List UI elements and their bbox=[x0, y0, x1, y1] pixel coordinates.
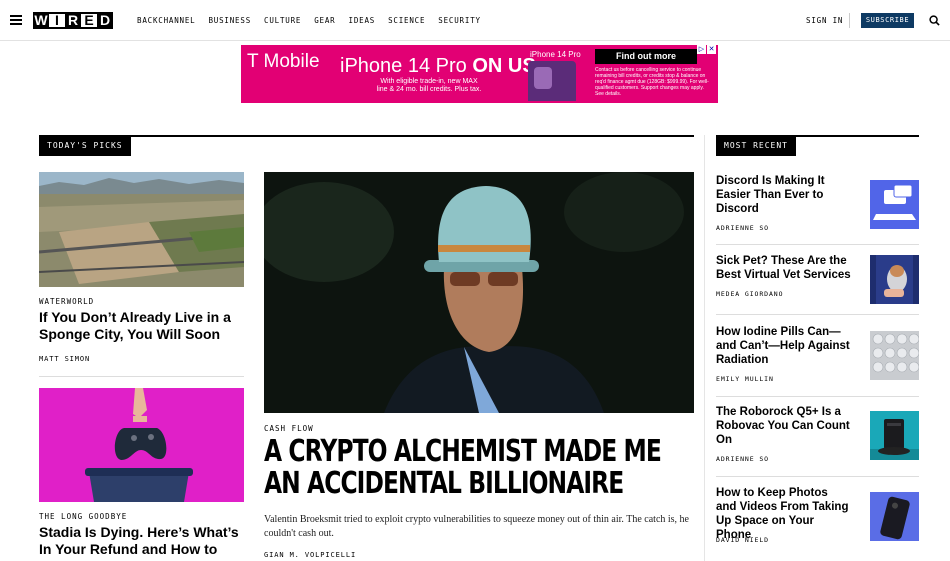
recent-headline[interactable]: How Iodine Pills Can—and Can’t—Help Agai… bbox=[716, 325, 851, 367]
discord-thumb[interactable] bbox=[870, 180, 919, 229]
ad-choices[interactable]: ▷ ✕ bbox=[697, 45, 716, 54]
phone-thumb[interactable] bbox=[870, 492, 919, 541]
recent-byline[interactable]: ADRIENNE SO bbox=[716, 224, 769, 232]
recent-divider bbox=[716, 314, 919, 315]
pet-thumb[interactable] bbox=[870, 255, 919, 304]
recent-divider bbox=[716, 396, 919, 397]
robovac-thumb[interactable] bbox=[870, 411, 919, 460]
pills-thumb[interactable] bbox=[870, 331, 919, 380]
menu-icon[interactable] bbox=[10, 15, 22, 25]
most-recent-label: MOST RECENT bbox=[716, 136, 796, 156]
recent-byline[interactable]: EMILY MULLIN bbox=[716, 375, 774, 383]
ad-info-icon[interactable]: ▷ bbox=[697, 45, 706, 54]
recent-byline[interactable]: ADRIENNE SO bbox=[716, 455, 769, 463]
header-divider bbox=[849, 13, 850, 28]
wired-logo[interactable]: W I R E D bbox=[33, 12, 113, 29]
hero-byline[interactable]: GIAN M. VOLPICELLI bbox=[264, 551, 356, 559]
nav-gear[interactable]: GEAR bbox=[314, 16, 335, 25]
recent-headline[interactable]: The Roborock Q5+ Is a Robovac You Can Co… bbox=[716, 405, 851, 447]
pick-kicker[interactable]: THE LONG GOODBYE bbox=[39, 512, 127, 521]
nav-science[interactable]: SCIENCE bbox=[388, 16, 425, 25]
hero-headline[interactable]: A CRYPTO ALCHEMIST MADE ME AN ACCIDENTAL… bbox=[264, 436, 701, 500]
logo-letter: W bbox=[33, 12, 49, 29]
sign-in-link[interactable]: SIGN IN bbox=[806, 16, 843, 25]
logo-letter: E bbox=[81, 12, 97, 29]
ad-headline-a: iPhone 14 Pro bbox=[340, 55, 467, 77]
logo-letter: D bbox=[97, 12, 113, 29]
nav-security[interactable]: SECURITY bbox=[438, 16, 481, 25]
pick-divider bbox=[39, 376, 244, 377]
hero-kicker[interactable]: CASH FLOW bbox=[264, 424, 314, 433]
ad-cta-button[interactable]: Find out more bbox=[595, 49, 697, 64]
nav-business[interactable]: BUSINESS bbox=[208, 16, 251, 25]
pick-kicker[interactable]: WATERWORLD bbox=[39, 297, 94, 306]
ad-close-icon[interactable]: ✕ bbox=[707, 45, 716, 54]
hero-dek: Valentin Broeksmit tried to exploit cryp… bbox=[264, 514, 689, 539]
hero-portrait-image[interactable] bbox=[264, 172, 694, 413]
phone-image bbox=[528, 61, 576, 101]
main-nav: BACKCHANNEL BUSINESS CULTURE GEAR IDEAS … bbox=[137, 16, 481, 25]
picks-label: TODAY'S PICKS bbox=[39, 136, 131, 156]
pick-headline[interactable]: If You Don’t Already Live in a Sponge Ci… bbox=[39, 309, 239, 343]
ad-headline-b: ON US bbox=[472, 55, 536, 77]
ad-banner[interactable]: T Mobile iPhone 14 Pro ON US With eligib… bbox=[241, 45, 718, 103]
controller-trash-image[interactable] bbox=[39, 388, 244, 502]
column-divider bbox=[704, 135, 705, 561]
nav-culture[interactable]: CULTURE bbox=[264, 16, 301, 25]
recent-divider bbox=[716, 476, 919, 477]
pick-headline[interactable]: Stadia Is Dying. Here’s What’s In Your R… bbox=[39, 524, 244, 561]
subscribe-button[interactable]: SUBSCRIBE bbox=[861, 13, 914, 28]
recent-byline[interactable]: MEDEA GIORDANO bbox=[716, 290, 783, 298]
ad-subtext: With eligible trade-in, new MAX line & 2… bbox=[376, 78, 482, 93]
aerial-city-image[interactable] bbox=[39, 172, 244, 287]
logo-letter: R bbox=[65, 12, 81, 29]
search-icon[interactable] bbox=[929, 15, 940, 26]
recent-headline[interactable]: How to Keep Photos and Videos From Takin… bbox=[716, 486, 851, 542]
ad-brand: T Mobile bbox=[247, 51, 320, 72]
recent-divider bbox=[716, 244, 919, 245]
ad-headline: iPhone 14 Pro ON US bbox=[340, 55, 536, 78]
ad-product-label: iPhone 14 Pro bbox=[530, 50, 581, 59]
logo-letter: I bbox=[49, 12, 65, 29]
ad-fine-print: Contact us before cancelling service to … bbox=[595, 67, 709, 97]
nav-backchannel[interactable]: BACKCHANNEL bbox=[137, 16, 195, 25]
recent-headline[interactable]: Sick Pet? These Are the Best Virtual Vet… bbox=[716, 254, 851, 282]
recent-headline[interactable]: Discord Is Making It Easier Than Ever to… bbox=[716, 174, 851, 216]
site-header: W I R E D BACKCHANNEL BUSINESS CULTURE G… bbox=[0, 0, 950, 41]
nav-ideas[interactable]: IDEAS bbox=[349, 16, 376, 25]
pick-byline[interactable]: MATT SIMON bbox=[39, 355, 90, 363]
recent-byline[interactable]: DAVID NIELD bbox=[716, 536, 769, 544]
picks-rule bbox=[39, 135, 694, 137]
